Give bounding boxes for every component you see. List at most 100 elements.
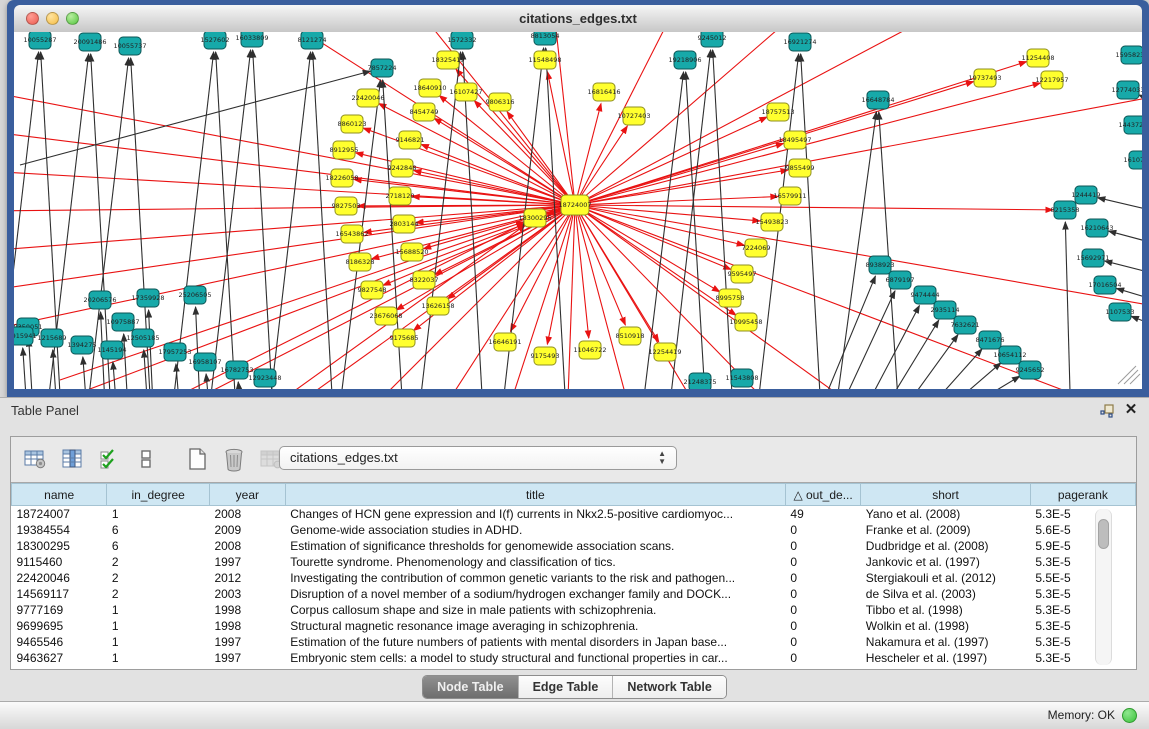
- graph-node[interactable]: 10727403: [617, 107, 650, 125]
- graph-node[interactable]: 7632621: [951, 316, 980, 334]
- graph-node[interactable]: 11046722: [573, 341, 606, 359]
- table-row[interactable]: 946554611997Estimation of the future num…: [12, 634, 1136, 650]
- graph-node[interactable]: 1394275: [68, 336, 97, 354]
- column-header-name[interactable]: name: [12, 484, 107, 506]
- graph-node[interactable]: 15493823: [755, 213, 788, 231]
- graph-node[interactable]: 16646191: [488, 333, 521, 351]
- graph-node[interactable]: 18757513: [761, 103, 794, 121]
- graph-node[interactable]: 16107433: [1123, 151, 1142, 169]
- table-row[interactable]: 911546021997Tourette syndrome. Phenomeno…: [12, 554, 1136, 570]
- table-panel-titlebar[interactable]: Table Panel ✕: [0, 398, 1149, 424]
- new-table-icon[interactable]: [183, 445, 211, 473]
- graph-node[interactable]: 11254408: [1021, 49, 1054, 67]
- graph-node[interactable]: 21248375: [683, 373, 716, 389]
- graph-node[interactable]: 16543862: [335, 225, 368, 243]
- graph-node[interactable]: 10055287: [23, 32, 56, 49]
- table-row[interactable]: 1456911722003Disruption of a novel membe…: [12, 586, 1136, 602]
- graph-node[interactable]: 8860123: [338, 115, 367, 133]
- graph-node[interactable]: 16816416: [587, 83, 620, 101]
- table-column-icon[interactable]: [58, 445, 86, 473]
- graph-node[interactable]: 10995458: [729, 313, 762, 331]
- column-header-out-de-[interactable]: △ out_de...: [785, 484, 860, 506]
- column-header-pagerank[interactable]: pagerank: [1030, 484, 1135, 506]
- tab-network-table[interactable]: Network Table: [613, 676, 726, 698]
- table-row[interactable]: 1872400712008Changes of HCN gene express…: [12, 506, 1136, 523]
- graph-node[interactable]: 1572332: [448, 32, 477, 49]
- table-row[interactable]: 1938455462009Genome-wide association stu…: [12, 522, 1136, 538]
- graph-node[interactable]: 16648784: [861, 91, 894, 109]
- graph-node[interactable]: 1215689: [38, 329, 67, 347]
- graph-node[interactable]: 12505185: [126, 329, 159, 347]
- graph-node[interactable]: 1107533: [1106, 303, 1135, 321]
- graph-node[interactable]: 16210643: [1080, 219, 1113, 237]
- table-scrollbar-thumb[interactable]: [1098, 519, 1109, 549]
- graph-node[interactable]: 1244419: [1072, 186, 1101, 204]
- tab-edge-table[interactable]: Edge Table: [519, 676, 614, 698]
- table-row[interactable]: 2242004622012Investigating the contribut…: [12, 570, 1136, 586]
- close-panel-icon[interactable]: ✕: [1123, 402, 1139, 418]
- graph-node[interactable]: 8121274: [298, 32, 327, 49]
- window-titlebar[interactable]: citations_edges.txt: [14, 5, 1142, 33]
- graph-node[interactable]: 9175493: [531, 347, 560, 365]
- graph-node[interactable]: 16033809: [235, 32, 268, 47]
- graph-node[interactable]: 8454749: [410, 103, 439, 121]
- graph-node[interactable]: 8938923: [866, 256, 895, 274]
- graph-node[interactable]: 8510918: [616, 327, 645, 345]
- select-rows-icon[interactable]: [95, 445, 123, 473]
- graph-node[interactable]: 17016504: [1088, 276, 1121, 294]
- graph-node[interactable]: 7224069: [742, 239, 771, 257]
- table-row[interactable]: 969969511998Structural magnetic resonanc…: [12, 618, 1136, 634]
- node-table[interactable]: namein_degreeyeartitle△ out_de...shortpa…: [11, 482, 1136, 669]
- graph-node[interactable]: 10975887: [106, 313, 139, 331]
- graph-node[interactable]: 9245652: [1016, 361, 1045, 379]
- table-settings-icon[interactable]: [21, 445, 49, 473]
- graph-node[interactable]: 8322037: [410, 271, 439, 289]
- graph-node[interactable]: 8995758: [716, 289, 745, 307]
- graph-node[interactable]: 16958107: [188, 353, 221, 371]
- graph-node[interactable]: 8813054: [531, 32, 560, 45]
- graph-node[interactable]: 17957253: [158, 343, 191, 361]
- graph-node[interactable]: 18724007: [558, 195, 591, 215]
- graph-node[interactable]: 1527602: [201, 32, 230, 49]
- table-select-dropdown[interactable]: citations_edges.txt ▲▼: [279, 446, 677, 470]
- graph-node[interactable]: 1145194: [98, 341, 127, 359]
- column-header-year[interactable]: year: [209, 484, 285, 506]
- graph-node[interactable]: 20091486: [73, 33, 106, 51]
- graph-node[interactable]: 18226058: [325, 169, 358, 187]
- row-height-icon[interactable]: [132, 445, 160, 473]
- graph-node[interactable]: 10055737: [113, 37, 146, 55]
- graph-node[interactable]: 15958231: [1115, 46, 1142, 64]
- graph-node[interactable]: 8471676: [976, 331, 1005, 349]
- graph-node[interactable]: 8186328: [346, 253, 375, 271]
- graph-node[interactable]: 8215358: [1051, 201, 1080, 219]
- table-row[interactable]: 946362711997Embryonic stem cells: a mode…: [12, 650, 1136, 666]
- graph-node[interactable]: 16107427: [449, 83, 482, 101]
- column-header-short[interactable]: short: [861, 484, 1031, 506]
- graph-node[interactable]: 9855499: [786, 159, 815, 177]
- network-canvas[interactable]: 10055287 20091486 10055737 1527602 16033809 8…: [14, 32, 1142, 389]
- graph-node[interactable]: 6879197: [886, 271, 915, 289]
- graph-node[interactable]: 9806316: [486, 93, 515, 111]
- graph-node[interactable]: 19218906: [668, 51, 701, 69]
- delete-table-icon[interactable]: [220, 445, 248, 473]
- graph-node[interactable]: 16921274: [783, 33, 816, 51]
- column-header-in-degree[interactable]: in_degree: [107, 484, 210, 506]
- graph-node[interactable]: 9827548: [358, 281, 387, 299]
- graph-node[interactable]: 8912955: [330, 141, 359, 159]
- graph-node[interactable]: 2718120: [386, 187, 415, 205]
- graph-node[interactable]: 9175685: [390, 329, 419, 347]
- graph-node[interactable]: 9146821: [396, 131, 425, 149]
- graph-node[interactable]: 18640910: [413, 79, 446, 97]
- graph-node[interactable]: 15692971: [1076, 249, 1109, 267]
- table-row[interactable]: 977716911998Corpus callosum shape and si…: [12, 602, 1136, 618]
- graph-node[interactable]: 20206576: [83, 291, 116, 309]
- graph-node[interactable]: 9242848: [388, 159, 417, 177]
- graph-node[interactable]: 13626158: [421, 297, 454, 315]
- graph-node[interactable]: 12217957: [1035, 71, 1068, 89]
- graph-node[interactable]: 9595497: [728, 265, 757, 283]
- graph-node[interactable]: 2935114: [931, 301, 960, 319]
- graph-node[interactable]: 16579911: [773, 187, 806, 205]
- graph-node[interactable]: 14437294: [1118, 116, 1142, 134]
- graph-node[interactable]: 17359928: [131, 289, 164, 307]
- table-scrollbar[interactable]: [1095, 509, 1112, 665]
